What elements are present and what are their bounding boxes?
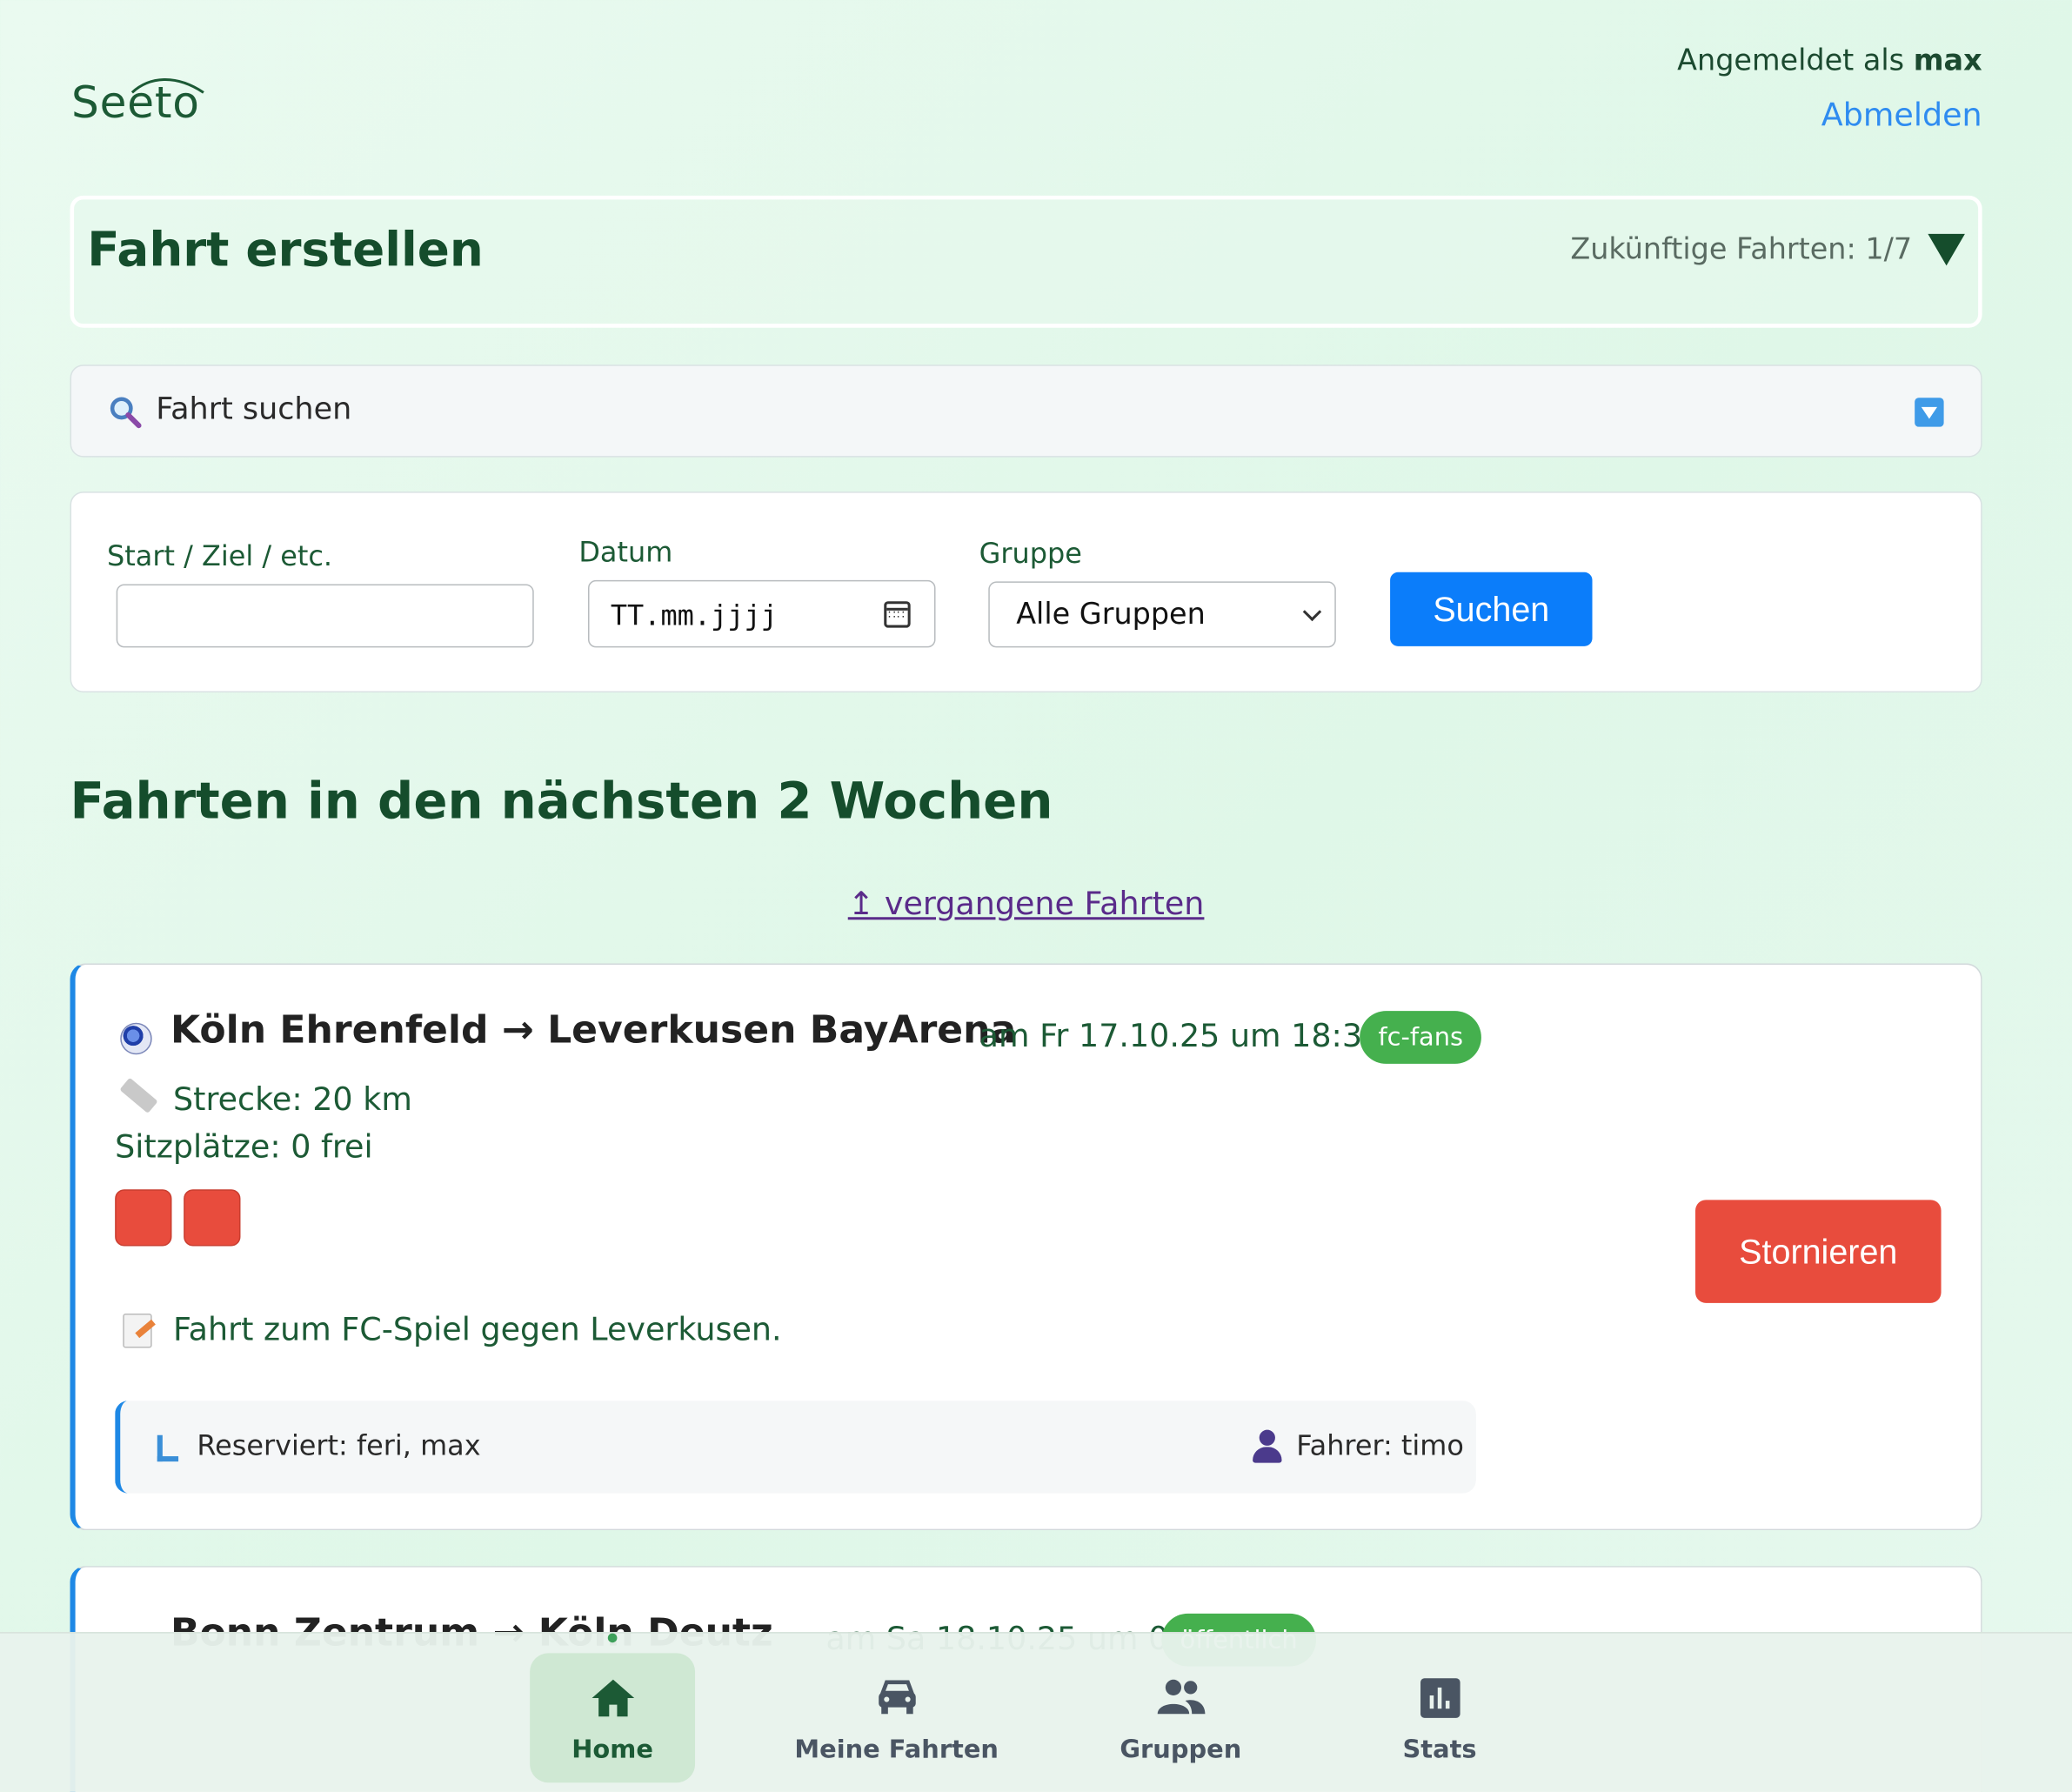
location-label: Start / Ziel / etc. [107, 540, 333, 572]
logout-link[interactable]: Abmelden [1677, 97, 1982, 134]
search-toggle-label: Fahrt suchen [156, 392, 352, 427]
active-indicator-dot [607, 1633, 618, 1643]
nav-home[interactable]: Home [530, 1653, 696, 1783]
group-select-value: Alle Gruppen [1016, 598, 1206, 632]
username: max [1913, 44, 1982, 78]
groups-icon [1156, 1679, 1205, 1715]
user-info: Angemeldet als max Abmelden [1677, 45, 1982, 134]
date-placeholder: TT.mm.jjjj [610, 599, 778, 632]
logo[interactable]: Seeto [71, 77, 217, 135]
nav-stats[interactable]: Stats [1357, 1653, 1522, 1782]
logged-in-prefix: Angemeldet als [1677, 44, 1905, 78]
ride-info-box: Reserviert: feri, max Fahrer: timo [115, 1401, 1476, 1494]
bottom-nav: Home Meine Fahrten Gruppen Stats [0, 1632, 2072, 1792]
seat-icon [157, 1434, 179, 1462]
nav-label: Stats [1402, 1735, 1477, 1764]
seat-occupied [184, 1189, 241, 1247]
create-ride-panel[interactable]: Fahrt erstellen Zukünftige Fahrten: 1/7 [70, 195, 1982, 328]
reserved-list: Reserviert: feri, max [197, 1429, 481, 1462]
past-rides-link[interactable]: ↥ vergangene Fahrten [0, 886, 2052, 923]
group-badge: fc-fans [1360, 1011, 1482, 1064]
nav-groups[interactable]: Gruppen [1098, 1653, 1263, 1782]
nav-label: Home [571, 1735, 653, 1764]
logged-in-line: Angemeldet als max [1677, 45, 1982, 78]
memo-icon [123, 1313, 152, 1348]
home-icon [591, 1679, 634, 1717]
ruler-icon [119, 1077, 158, 1113]
create-ride-title: Fahrt erstellen [87, 223, 484, 278]
nav-label: Meine Fahrten [794, 1735, 999, 1764]
expand-down-icon[interactable] [1915, 398, 1944, 427]
group-label: Gruppe [979, 538, 1082, 570]
group-select[interactable]: Alle Gruppen [988, 581, 1336, 648]
ride-seats: Sitzplätze: 0 frei [115, 1128, 373, 1166]
soccer-ball-icon [120, 1022, 152, 1055]
search-toggle[interactable]: Fahrt suchen [70, 364, 1982, 458]
ride-time: am Fr 17.10.25 um 18:30 [979, 1017, 1383, 1055]
section-title: Fahrten in den nächsten 2 Wochen [70, 772, 1053, 830]
ride-distance: Strecke: 20 km [173, 1080, 412, 1119]
driver-icon [1253, 1429, 1282, 1464]
chevron-down-icon [1302, 602, 1322, 622]
seat-occupied [115, 1189, 172, 1247]
ride-route: Köln Ehrenfeld → Leverkusen BayArena [170, 1006, 1017, 1053]
car-icon [878, 1680, 915, 1715]
magnifier-icon [110, 397, 142, 429]
chart-icon [1420, 1678, 1460, 1718]
driver-name: Fahrer: timo [1296, 1429, 1464, 1462]
cancel-button[interactable]: Stornieren [1695, 1200, 1942, 1303]
calendar-icon[interactable] [884, 601, 911, 628]
logo-swoosh-icon [130, 78, 204, 94]
nav-label: Gruppen [1120, 1735, 1242, 1764]
nav-my-rides[interactable]: Meine Fahrten [794, 1653, 999, 1782]
page: Seeto Angemeldet als max Abmelden Fahrt … [0, 0, 2072, 1792]
ride-card: Köln Ehrenfeld → Leverkusen BayArena am … [70, 963, 1982, 1531]
search-button[interactable]: Suchen [1390, 572, 1593, 646]
search-form: Start / Ziel / etc. Datum TT.mm.jjjj Gru… [70, 491, 1982, 693]
ride-note: Fahrt zum FC-Spiel gegen Leverkusen. [173, 1310, 782, 1348]
expand-triangle-icon[interactable] [1928, 233, 1965, 266]
location-input[interactable] [116, 584, 534, 648]
future-rides-count: Zukünftige Fahrten: 1/7 [1570, 233, 1913, 267]
date-label: Datum [578, 536, 673, 569]
date-input[interactable]: TT.mm.jjjj [587, 579, 936, 648]
